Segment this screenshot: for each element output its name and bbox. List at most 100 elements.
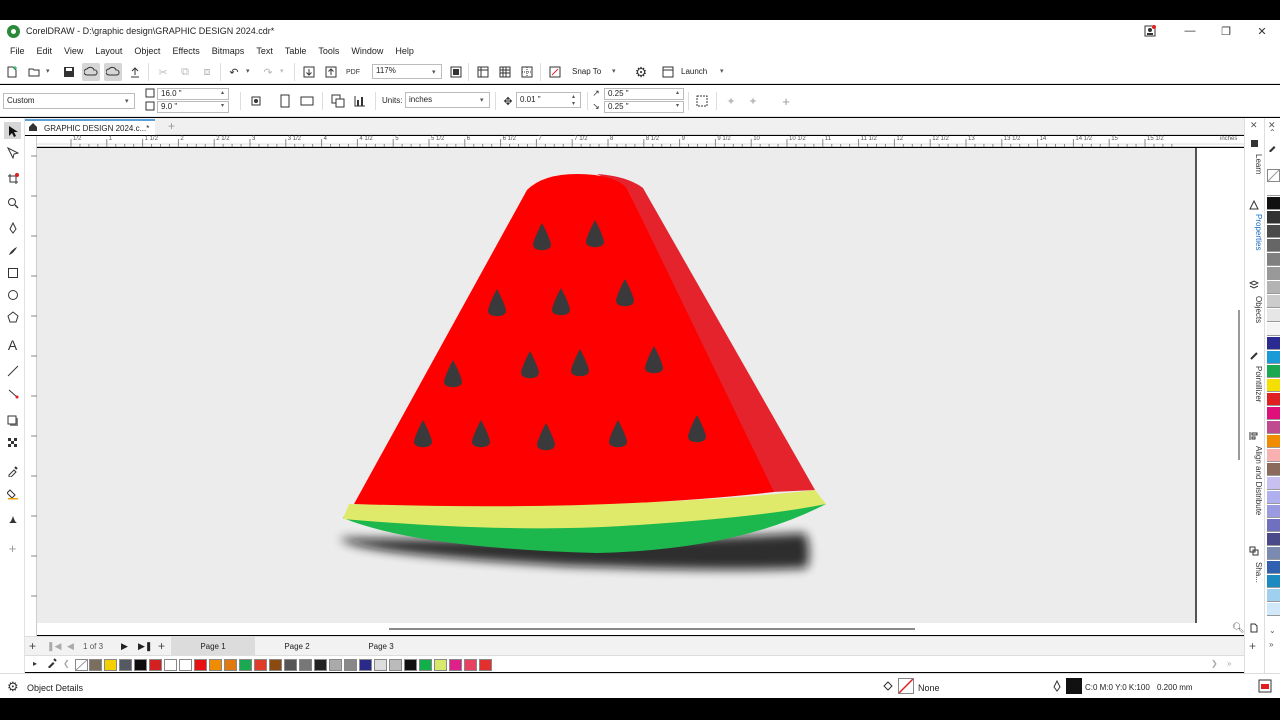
outline-pen-icon[interactable] (1052, 679, 1062, 694)
new-document-icon[interactable] (3, 63, 21, 81)
docker-tab-align-distribute[interactable]: Align and Distribute (1247, 446, 1263, 515)
learn-docker-icon[interactable] (1250, 139, 1259, 150)
pdf-icon[interactable]: PDF (344, 63, 362, 81)
menu-help[interactable]: Help (389, 46, 420, 56)
connector-tool-icon[interactable] (4, 384, 21, 401)
docker-tab-properties[interactable]: Properties (1247, 214, 1263, 250)
docker-tab-learn[interactable]: Learn (1247, 154, 1263, 174)
palette-swatch[interactable] (239, 659, 252, 671)
menu-text[interactable]: Text (250, 46, 279, 56)
copy-icon[interactable]: ⧉ (176, 63, 194, 81)
palette-swatch[interactable] (314, 659, 327, 671)
palette-scroll-end-icon[interactable]: » (1227, 659, 1231, 668)
import-icon[interactable] (300, 63, 318, 81)
watermelon-slice[interactable] (343, 174, 826, 553)
add-toolbar-item-icon[interactable]: + (777, 92, 795, 110)
palette-swatch[interactable] (209, 659, 222, 671)
palette-swatch[interactable] (1267, 547, 1280, 560)
palette-swatch[interactable] (1267, 449, 1280, 462)
landscape-icon[interactable] (298, 92, 316, 110)
horizontal-ruler[interactable]: 1/2 1 1 1/2 2 2 1/2 3 3 1/2 4 4 1/2 5 5 1/2 6 6 1/2 7… (37, 136, 1244, 147)
zoom-tool-icon[interactable] (4, 194, 21, 211)
user-account-icon[interactable] (1132, 20, 1168, 42)
palette-swatch[interactable] (1267, 463, 1280, 476)
palette-swatch[interactable] (434, 659, 447, 671)
edit-scale-icon[interactable]: ✦ (722, 92, 740, 110)
height-spinner-icon[interactable]: ▾ (221, 102, 224, 109)
palette-scroll-right-icon[interactable]: ❯ (1211, 659, 1218, 668)
palette-expand-icon[interactable]: ▸ (33, 659, 37, 668)
interactive-fill-tool-icon[interactable] (4, 485, 21, 502)
palette-swatch[interactable] (1267, 323, 1280, 336)
palette-eyedropper-icon[interactable] (1268, 142, 1278, 154)
properties-docker-icon[interactable] (1249, 199, 1259, 212)
text-tool-icon[interactable]: A (4, 336, 21, 353)
palette-swatch[interactable] (1267, 337, 1280, 350)
add-page-after-icon[interactable]: + (158, 639, 165, 653)
palette-swatch[interactable] (1267, 183, 1280, 196)
cloud-download-icon[interactable] (104, 63, 122, 81)
pointillizer-docker-icon[interactable] (1249, 351, 1259, 363)
palette-swatch[interactable] (299, 659, 312, 671)
menu-window[interactable]: Window (345, 46, 389, 56)
object-details-gear-icon[interactable]: ⚙ (7, 679, 19, 695)
docker-tab-shaping[interactable]: Sha... (1247, 562, 1263, 583)
launch-icon[interactable] (659, 63, 677, 81)
snap-dropdown-icon[interactable]: ▾ (612, 67, 616, 75)
palette-swatch[interactable] (1267, 435, 1280, 448)
palette-swatch[interactable] (1267, 589, 1280, 602)
palette-swatch[interactable] (1267, 295, 1280, 308)
palette-swatch[interactable] (1267, 309, 1280, 322)
redo-dropdown-icon[interactable]: ▾ (280, 67, 284, 75)
palette-swatch[interactable] (449, 659, 462, 671)
menu-view[interactable]: View (58, 46, 89, 56)
palette-swatch[interactable] (1267, 197, 1280, 210)
smart-fill-tool-icon[interactable] (4, 510, 21, 527)
cloud-upload-icon[interactable] (82, 63, 100, 81)
show-grid-icon[interactable] (496, 63, 514, 81)
current-page-icon[interactable] (351, 92, 369, 110)
palette-swatch[interactable] (134, 659, 147, 671)
palette-swatch[interactable] (1267, 225, 1280, 238)
previous-page-icon[interactable]: ◀ (67, 641, 74, 652)
artistic-media-tool-icon[interactable] (4, 242, 21, 259)
portrait-icon[interactable] (276, 92, 294, 110)
vertical-ruler[interactable] (25, 136, 37, 636)
palette-swatch[interactable] (1267, 603, 1280, 616)
fill-bucket-icon[interactable] (882, 680, 894, 694)
palette-swatch[interactable] (1267, 267, 1280, 280)
docker-page-icon[interactable] (1249, 623, 1259, 635)
palette-swatch[interactable] (284, 659, 297, 671)
palette-swatch[interactable] (1267, 491, 1280, 504)
shaping-docker-icon[interactable] (1249, 546, 1259, 558)
page-height-field[interactable]: 9.0 " (157, 101, 229, 113)
first-page-icon[interactable]: ❚◀ (47, 641, 61, 652)
nudge-spinner-up-icon[interactable]: ▴ (572, 93, 575, 100)
no-color-swatch[interactable] (75, 659, 88, 671)
palette-swatch[interactable] (1267, 253, 1280, 266)
last-page-icon[interactable]: ▶❚ (138, 641, 152, 652)
docker-close-icon[interactable]: ✕ (1250, 120, 1258, 131)
undo-dropdown-icon[interactable]: ▾ (246, 67, 250, 75)
palette-swatch[interactable] (479, 659, 492, 671)
palette-swatch[interactable] (1267, 505, 1280, 518)
page-tab-2[interactable]: Page 2 (255, 637, 339, 656)
palette-swatch[interactable] (344, 659, 357, 671)
ellipse-tool-icon[interactable] (4, 286, 21, 303)
snap-to-label[interactable]: Snap To (572, 67, 601, 76)
palette-swatch[interactable] (1267, 393, 1280, 406)
add-page-before-icon[interactable]: + (29, 639, 36, 653)
rectangle-tool-icon[interactable] (4, 264, 21, 281)
menu-effects[interactable]: Effects (166, 46, 205, 56)
palette-swatch[interactable] (389, 659, 402, 671)
no-color-swatch[interactable] (1267, 169, 1280, 182)
palette-swatch[interactable] (179, 659, 192, 671)
dup-y-spinner-icon[interactable]: ▾ (676, 102, 679, 109)
add-tool-icon[interactable]: + (4, 540, 21, 557)
horizontal-scrollbar[interactable] (389, 628, 915, 630)
fill-none-swatch[interactable] (898, 678, 914, 694)
menu-layout[interactable]: Layout (89, 46, 128, 56)
menu-bitmaps[interactable]: Bitmaps (206, 46, 251, 56)
add-docker-icon[interactable]: + (1249, 639, 1256, 653)
page-tab-3[interactable]: Page 3 (339, 637, 423, 656)
